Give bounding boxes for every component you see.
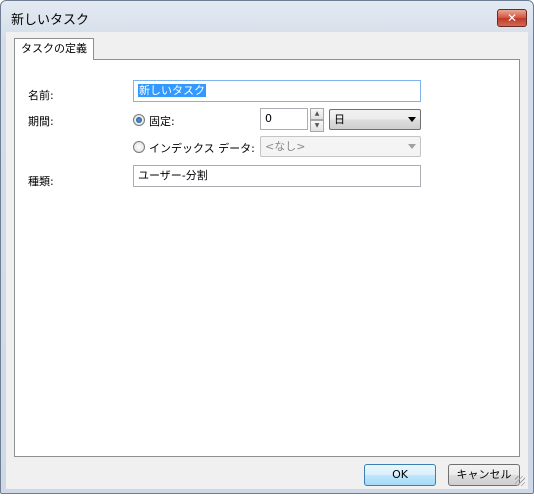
chevron-down-icon <box>408 144 416 149</box>
fixed-value-text: 0 <box>265 112 272 125</box>
cancel-button[interactable]: キャンセル <box>448 464 520 486</box>
dialog-window: 新しいタスク ✕ タスクの定義 名前: 新しいタスク 期間: 固定: 0 ▲ ▼ <box>0 0 534 494</box>
period-label: 期間: <box>28 115 54 128</box>
fixed-value-input[interactable]: 0 <box>260 108 308 130</box>
spin-up-icon[interactable]: ▲ <box>310 108 324 120</box>
tab-task-definition[interactable]: タスクの定義 <box>14 38 94 60</box>
fixed-value-spinner[interactable]: ▲ ▼ <box>310 108 324 132</box>
close-icon: ✕ <box>506 11 518 25</box>
dialog-client-area: タスクの定義 名前: 新しいタスク 期間: 固定: 0 ▲ ▼ 日 インデックス… <box>6 32 528 489</box>
tab-panel: 名前: 新しいタスク 期間: 固定: 0 ▲ ▼ 日 インデックス データ: <… <box>14 59 520 457</box>
title-bar[interactable]: 新しいタスク ✕ <box>1 1 533 32</box>
index-data-select[interactable]: <なし> <box>260 136 421 157</box>
index-data-select-value: <なし> <box>265 140 306 153</box>
ok-button[interactable]: OK <box>364 464 436 486</box>
type-input-value: ユーザー-分割 <box>138 169 208 182</box>
fixed-radio[interactable] <box>133 114 145 126</box>
unit-select-value: 日 <box>334 113 345 126</box>
window-title: 新しいタスク <box>11 13 90 28</box>
chevron-down-icon <box>408 117 416 122</box>
resize-grip-icon[interactable] <box>515 476 525 486</box>
index-data-label: インデックス データ: <box>149 142 255 155</box>
name-input[interactable]: 新しいタスク <box>133 80 421 102</box>
type-label: 種類: <box>28 175 54 188</box>
fixed-label: 固定: <box>149 115 175 128</box>
type-input[interactable]: ユーザー-分割 <box>133 165 421 187</box>
unit-select[interactable]: 日 <box>329 109 421 130</box>
spin-down-icon[interactable]: ▼ <box>310 120 324 132</box>
index-data-radio[interactable] <box>133 141 145 153</box>
name-input-value: 新しいタスク <box>138 84 206 97</box>
close-button[interactable]: ✕ <box>497 9 527 27</box>
name-label: 名前: <box>28 89 54 102</box>
